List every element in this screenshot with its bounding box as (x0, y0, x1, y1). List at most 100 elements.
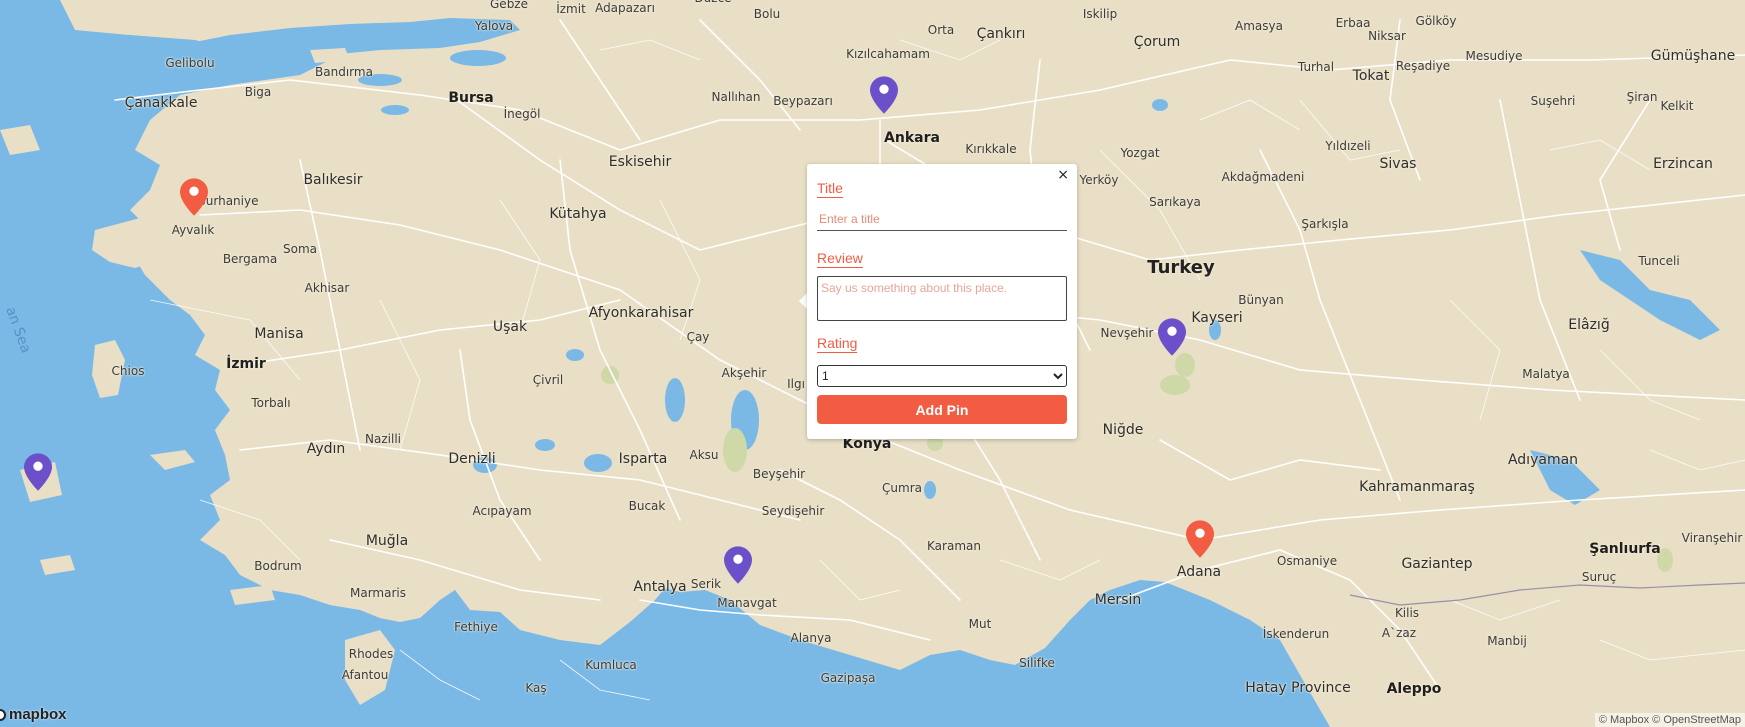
place-label-gazipasa: Gazipaşa (820, 671, 876, 685)
map-attribution[interactable]: © Mapbox © OpenStreetMap (1594, 713, 1745, 727)
mapbox-logo-text: mapbox (9, 706, 67, 723)
map-pin-manavgat[interactable] (724, 546, 752, 588)
place-label-alanya: Alanya (790, 631, 832, 645)
place-label-yildizeli: Yıldızeli (1325, 139, 1371, 153)
place-label-cay: Çay (686, 330, 710, 344)
place-label-aleppo: Aleppo (1386, 681, 1442, 697)
place-label-eskisehir: Eskisehir (608, 154, 672, 170)
place-label-aydin: Aydın (306, 441, 346, 457)
map-marker-icon (180, 178, 208, 216)
aegean-sea (0, 0, 1330, 727)
place-label-sarkisla: Şarkışla (1301, 217, 1349, 231)
place-label-kayseri: Kayseri (1191, 310, 1243, 326)
place-label-inegol: İnegöl (503, 107, 541, 121)
place-label-malatya: Malatya (1522, 367, 1570, 381)
place-label-soma: Soma (282, 242, 318, 256)
review-textarea[interactable] (817, 276, 1067, 321)
place-label-canakkale: Çanakkale (124, 95, 198, 111)
place-label-karaman: Karaman (927, 539, 981, 553)
place-label-balikesir: Balıkesir (303, 172, 363, 188)
place-label-mut: Mut (968, 617, 992, 631)
add-pin-popup: × Title Review Rating 12345 Add Pin (807, 164, 1077, 439)
place-label-suruc: Suruç (1581, 570, 1617, 584)
place-label-sivas: Sivas (1379, 156, 1417, 172)
place-label-gumushane: Gümüşhane (1650, 48, 1736, 64)
review-label: Review (817, 250, 863, 268)
map-marker-icon (24, 453, 52, 491)
place-label-yozgat: Yozgat (1120, 146, 1160, 160)
place-label-aksehir: Akşehir (721, 366, 767, 380)
place-label-chios: Chios (111, 364, 145, 378)
place-label-nevsehir: Nevşehir (1100, 326, 1154, 340)
place-label-azaz: A`zaz (1381, 626, 1417, 640)
place-label-antalya: Antalya (633, 579, 687, 595)
place-label-bursa: Bursa (448, 90, 494, 106)
place-label-golkoy: Gölköy (1415, 14, 1457, 28)
place-label-usak: Uşak (492, 319, 528, 335)
map-marker-icon (870, 76, 898, 114)
map-marker-icon (1158, 318, 1186, 356)
place-label-elazig: Elâzığ (1568, 317, 1610, 333)
place-label-rhodes: Rhodes (348, 647, 394, 661)
popup-close-button[interactable]: × (1055, 166, 1071, 184)
map-pin-kayseri[interactable] (1158, 318, 1186, 360)
place-label-gaziantep: Gaziantep (1401, 556, 1473, 572)
place-label-denizli: Denizli (448, 451, 496, 467)
place-label-serik: Serik (690, 577, 722, 591)
place-label-corum: Çorum (1133, 34, 1181, 50)
map-pin-adana[interactable] (1186, 520, 1214, 562)
place-label-izmit: İzmit (556, 2, 586, 16)
map-marker-icon (1186, 520, 1214, 558)
place-label-siran: Şiran (1626, 90, 1658, 104)
place-label-tokat: Tokat (1352, 68, 1390, 84)
place-label-ilgin: Ilgı (787, 377, 805, 391)
place-label-sanliurfa: Şanlıurfa (1589, 541, 1661, 557)
syria-border (1349, 582, 1745, 606)
add-pin-form: Title Review Rating 12345 Add Pin (817, 178, 1067, 424)
place-label-ankara: Ankara (884, 130, 940, 146)
title-input[interactable] (817, 208, 1067, 231)
place-label-manisa: Manisa (254, 326, 304, 342)
place-label-turhal: Turhal (1297, 60, 1335, 74)
rating-label: Rating (817, 335, 858, 353)
place-label-izmir: İzmir (226, 356, 266, 372)
place-label-susehri: Suşehri (1530, 94, 1576, 108)
place-label-kumluca: Kumluca (585, 658, 637, 672)
place-label-konya: Konya (842, 436, 892, 452)
map-pin-ankara[interactable] (870, 76, 898, 118)
place-label-afyonkarahisar: Afyonkarahisar (588, 305, 694, 321)
place-label-silifke: Silifke (1019, 656, 1055, 670)
place-label-mugla: Muğla (365, 533, 409, 549)
title-label: Title (817, 180, 843, 198)
place-label-kirikkale: Kırıkkale (965, 142, 1017, 156)
place-label-iskenderun: İskenderun (1262, 627, 1330, 641)
place-label-kahramanmaras: Kahramanmaraş (1359, 479, 1475, 495)
place-label-acipayam: Acıpayam (472, 504, 532, 518)
place-label-iskilip: Iskilip (1082, 7, 1118, 21)
place-label-mesudiye: Mesudiye (1465, 49, 1523, 63)
mapbox-logo-icon (0, 708, 6, 721)
mapbox-logo[interactable]: mapbox (0, 706, 67, 723)
place-label-resadiye: Reşadiye (1395, 59, 1451, 73)
place-label-erzincan: Erzincan (1653, 156, 1713, 172)
place-label-bucak: Bucak (628, 499, 666, 513)
place-label-cumra: Çumra (882, 481, 922, 495)
place-label-kas: Kaş (525, 681, 547, 695)
place-label-gebze: Gebze (490, 0, 528, 11)
map-pin-ayvalik[interactable] (180, 178, 208, 220)
place-label-sarikaya: Sarıkaya (1149, 195, 1201, 209)
map-pin-greek-island[interactable] (24, 453, 52, 495)
place-label-adana: Adana (1176, 564, 1222, 580)
place-label-bolu: Bolu (753, 7, 781, 21)
place-label-yerkoy: Yerköy (1079, 173, 1119, 187)
place-label-niksar: Niksar (1368, 29, 1406, 43)
place-label-hatay: Hatay Province (1245, 680, 1351, 696)
add-pin-button[interactable]: Add Pin (817, 395, 1067, 424)
place-label-nigde: Niğde (1102, 422, 1144, 438)
place-label-akhisar: Akhisar (304, 281, 350, 295)
place-label-bandirma: Bandırma (315, 65, 373, 79)
map-canvas[interactable]: Gebze İzmit Adapazarı Düzce Bolu Iskilip Amasy… (0, 0, 1745, 727)
rating-select[interactable]: 12345 (817, 365, 1067, 387)
place-label-tunceli: Tunceli (1638, 254, 1680, 268)
place-label-adiyaman: Adıyaman (1507, 452, 1579, 468)
